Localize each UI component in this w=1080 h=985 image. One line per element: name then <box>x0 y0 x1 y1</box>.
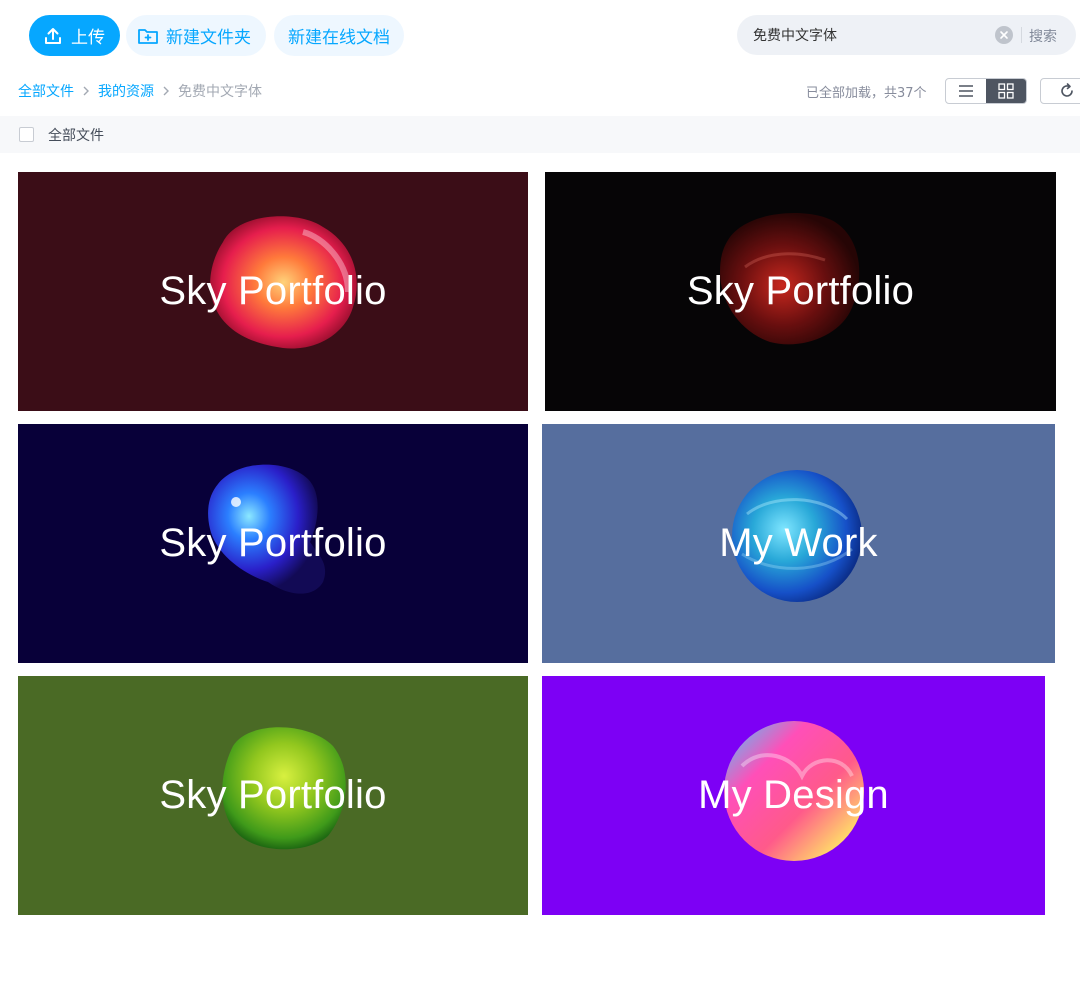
search-divider <box>1021 27 1022 43</box>
file-tile[interactable]: Sky Portfolio <box>545 172 1056 411</box>
thumbnail-image <box>18 424 528 663</box>
grid-view-button[interactable] <box>986 79 1026 103</box>
refresh-icon <box>1061 83 1073 97</box>
view-toggle <box>945 78 1027 104</box>
toolbar: 上传 新建文件夹 新建在线文档 搜索 <box>0 0 1080 72</box>
breadcrumb: 全部文件 我的资源 免费中文字体 <box>18 81 262 101</box>
file-tile[interactable]: Sky Portfolio <box>18 172 528 411</box>
select-all-checkbox[interactable] <box>19 127 34 142</box>
thumbnail-image <box>18 172 528 411</box>
breadcrumb-item-my-resources[interactable]: 我的资源 <box>98 81 154 101</box>
new-folder-label: 新建文件夹 <box>166 28 251 48</box>
clear-icon[interactable] <box>995 26 1013 44</box>
load-status: 已全部加载，共37个 <box>806 86 927 101</box>
list-icon <box>959 85 973 97</box>
search-box: 搜索 <box>737 15 1076 55</box>
thumbnail-image <box>542 424 1055 663</box>
file-tile[interactable]: My Design <box>542 676 1045 915</box>
upload-icon <box>45 27 61 44</box>
file-tile[interactable]: Sky Portfolio <box>18 676 528 915</box>
grid-icon <box>998 83 1014 99</box>
folder-add-icon <box>138 28 158 44</box>
new-folder-button[interactable]: 新建文件夹 <box>126 15 266 56</box>
thumbnail-image <box>545 172 1056 411</box>
chevron-right-icon <box>83 86 89 96</box>
breadcrumb-item-all-files[interactable]: 全部文件 <box>18 81 74 101</box>
upload-button[interactable]: 上传 <box>29 15 120 56</box>
list-header-label: 全部文件 <box>48 128 104 144</box>
thumbnail-image <box>542 676 1045 915</box>
new-online-doc-button[interactable]: 新建在线文档 <box>274 15 404 56</box>
search-button[interactable]: 搜索 <box>1029 26 1057 46</box>
file-browser: 上传 新建文件夹 新建在线文档 搜索 全部文件 我的资源 免费中文字体 已全部加… <box>0 0 1080 985</box>
search-input[interactable] <box>753 25 993 45</box>
file-tile[interactable]: My Work <box>542 424 1055 663</box>
chevron-right-icon <box>163 86 169 96</box>
file-tile[interactable]: Sky Portfolio <box>18 424 528 663</box>
breadcrumb-current: 免费中文字体 <box>178 84 262 100</box>
upload-label: 上传 <box>71 28 105 48</box>
refresh-button[interactable] <box>1040 78 1080 104</box>
thumbnail-image <box>18 676 528 915</box>
new-online-doc-label: 新建在线文档 <box>288 28 390 48</box>
list-view-button[interactable] <box>946 79 986 103</box>
list-header: 全部文件 <box>0 116 1080 153</box>
